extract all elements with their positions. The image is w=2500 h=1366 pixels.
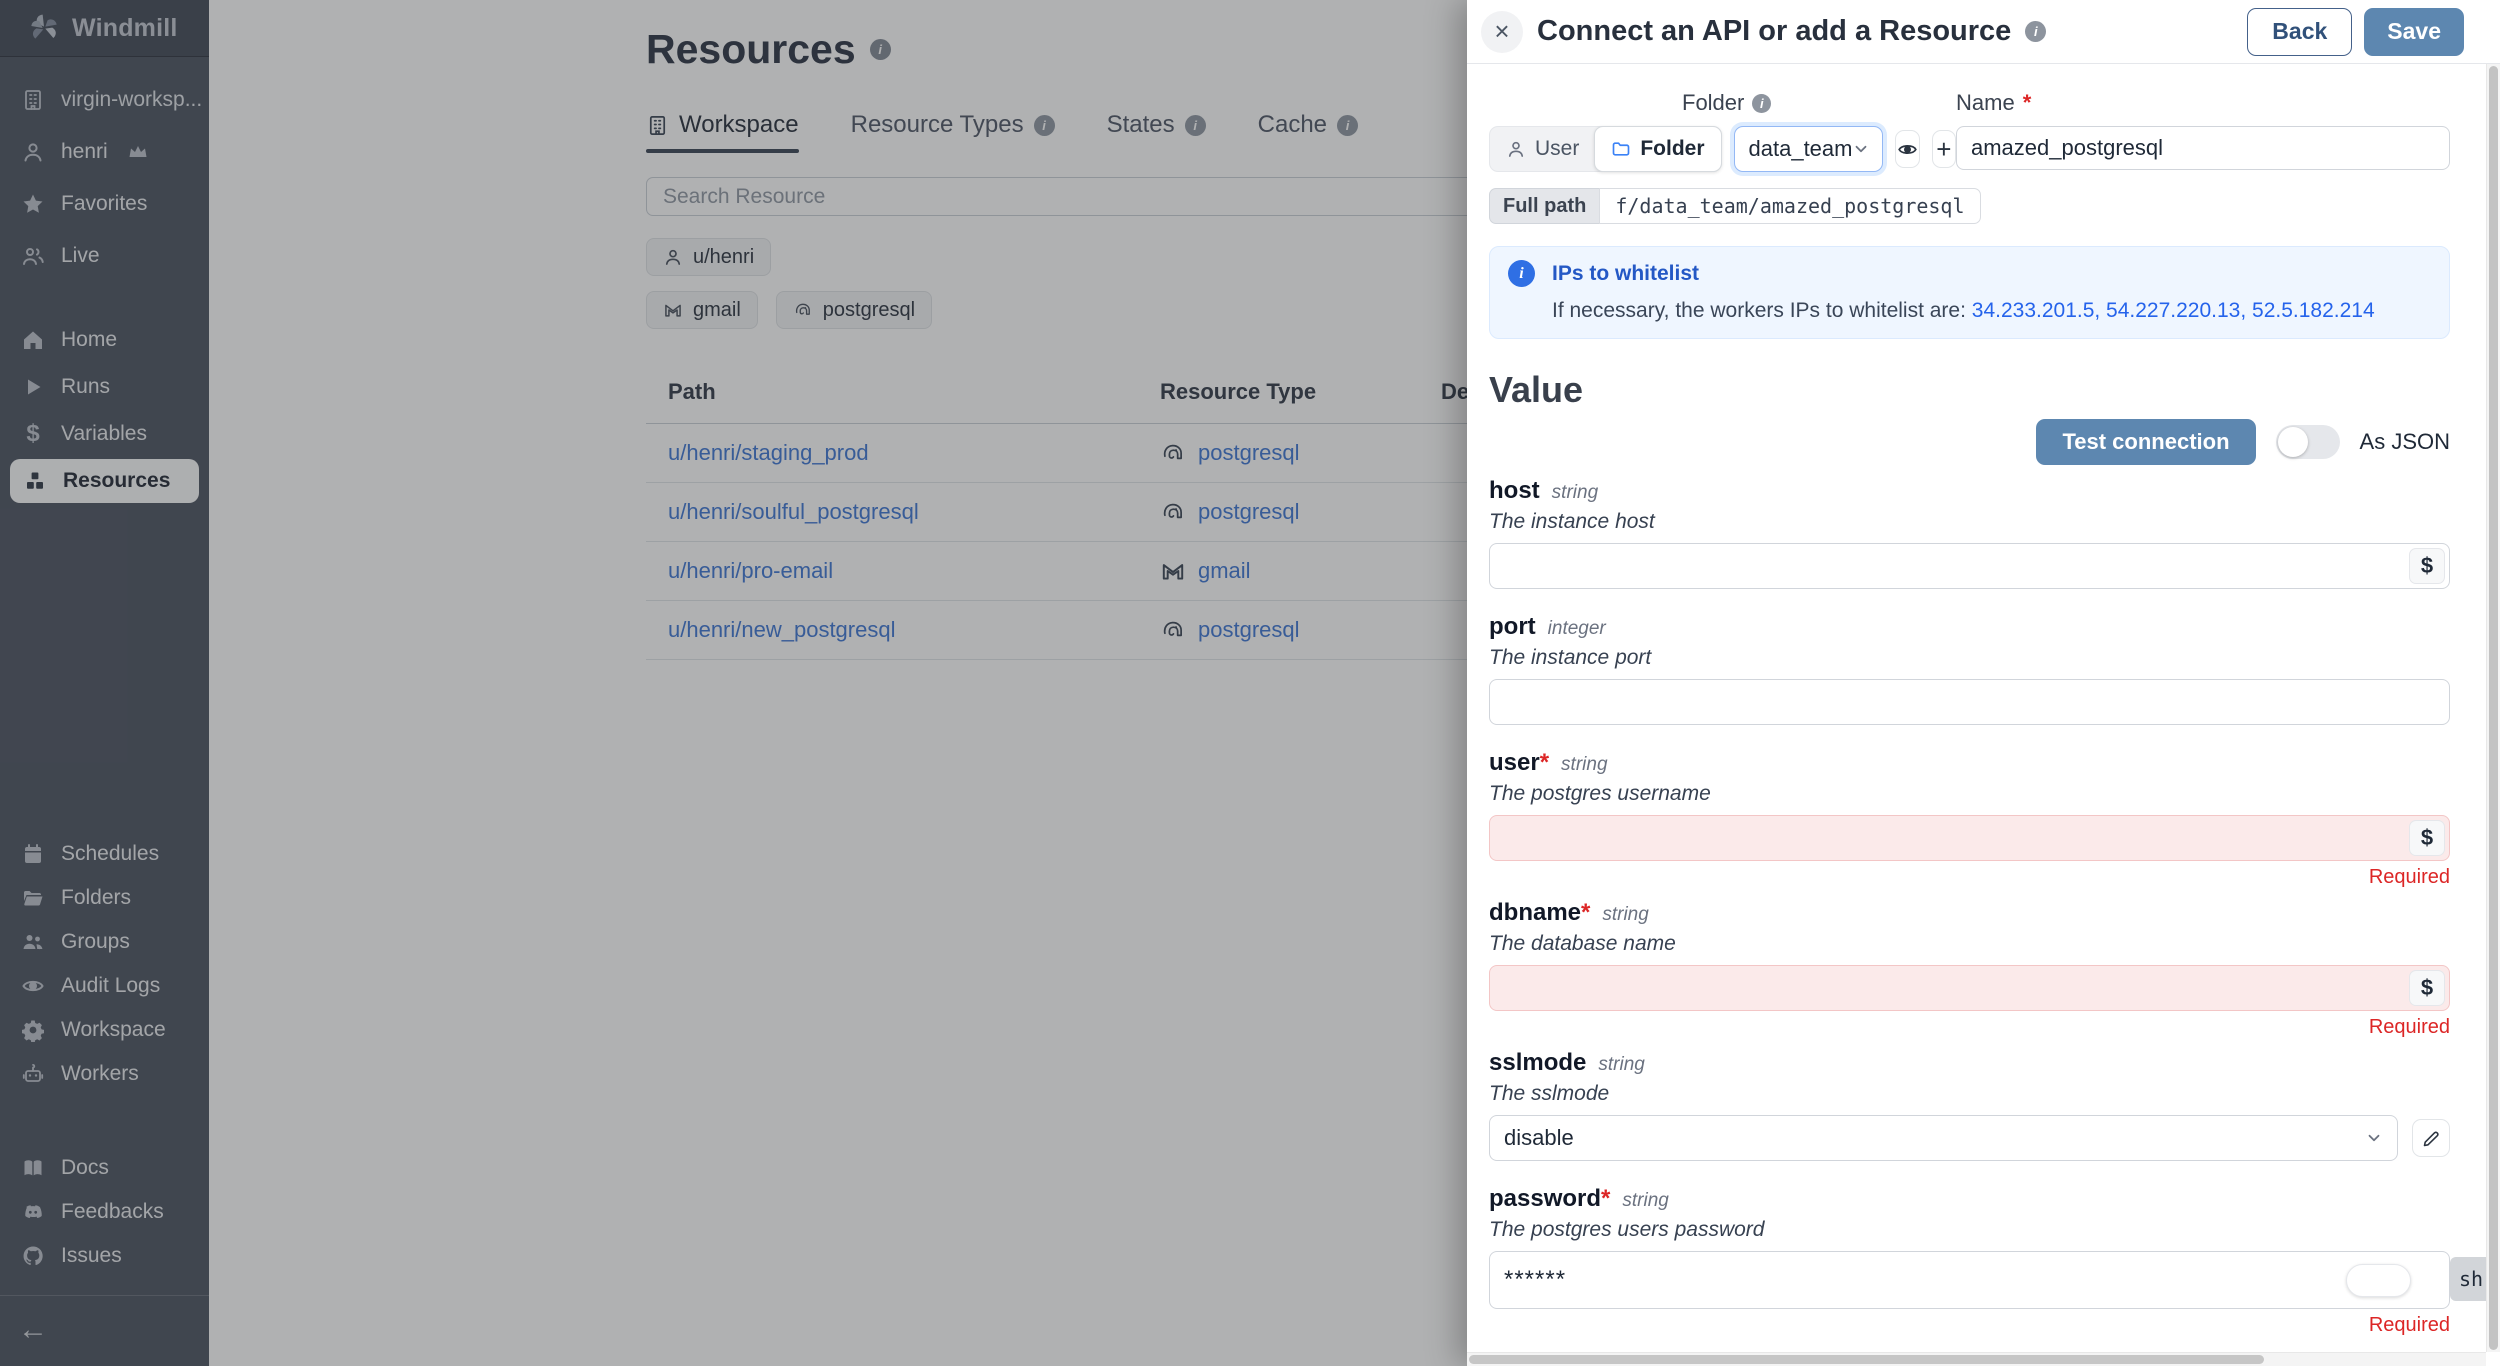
folder-field-label: Folder <box>1682 90 1745 115</box>
folder-select[interactable]: data_team <box>1733 126 1884 172</box>
full-path-label: Full path <box>1489 188 1600 224</box>
field-name: sslmode <box>1489 1049 1587 1076</box>
scrollbar-thumb[interactable] <box>2489 66 2498 1350</box>
field-name: host <box>1489 477 1540 504</box>
scrollbar-thumb[interactable] <box>1469 1355 2264 1364</box>
required-note: Required <box>2368 1016 2450 1038</box>
user-icon <box>1506 139 1526 159</box>
field-name: password* <box>1489 1185 1611 1212</box>
field-description: The sslmode <box>1489 1082 1610 1105</box>
save-button[interactable]: Save <box>2364 7 2464 56</box>
required-note: Required <box>2368 866 2450 888</box>
folder-select-value: data_team <box>1748 136 1853 161</box>
view-folder-button[interactable] <box>1895 130 1920 168</box>
edit-sslmode-button[interactable] <box>2412 1119 2450 1157</box>
info-box-text: If necessary, the workers IPs to whiteli… <box>1552 299 1972 322</box>
dbname-input[interactable] <box>1489 965 2450 1011</box>
segment-label: User <box>1535 137 1580 160</box>
sslmode-select-value: disable <box>1504 1125 1574 1150</box>
owner-kind-user[interactable]: User <box>1490 127 1595 171</box>
pencil-icon <box>2421 1128 2442 1149</box>
owner-kind-folder[interactable]: Folder <box>1594 126 1722 172</box>
chevron-down-icon <box>1852 140 1870 158</box>
field-name: dbname* <box>1489 899 1591 926</box>
field-sslmode: sslmode string The sslmode disable <box>1489 1049 2450 1161</box>
field-port: port integer The instance port <box>1489 613 2450 725</box>
add-folder-button[interactable]: + <box>1931 130 1956 168</box>
owner-kind-toggle: User Folder <box>1489 126 1722 172</box>
required-asterisk: * <box>1539 749 1550 776</box>
field-description: The instance host <box>1489 510 1655 533</box>
field-description: The instance port <box>1489 646 1652 669</box>
toggle-knob <box>2277 427 2308 457</box>
field-dbname: dbname* string The database name $ Requi… <box>1489 899 2450 1039</box>
drawer-header: × Connect an API or add a Resource i Bac… <box>1467 0 2500 64</box>
eye-icon <box>1897 139 1918 160</box>
drawer-vertical-scrollbar[interactable] <box>2486 64 2500 1352</box>
clipped-tooltip: sh <box>2450 1257 2486 1301</box>
field-type: string <box>1602 904 1649 925</box>
folder-info-icon[interactable]: i <box>1752 93 1772 113</box>
full-path-row: Full path f/data_team/amazed_postgresql <box>1489 188 1981 224</box>
user-input[interactable] <box>1489 815 2450 861</box>
sslmode-select[interactable]: disable <box>1489 1115 2398 1161</box>
field-description: The database name <box>1489 932 1676 955</box>
field-description: The postgres username <box>1489 782 1711 805</box>
field-name: port <box>1489 613 1536 640</box>
segment-label: Folder <box>1640 137 1705 160</box>
required-note: Required <box>2368 1314 2450 1336</box>
field-type: integer <box>1547 618 1606 639</box>
drawer-body: Folder i User Folder data_team + Name * … <box>1467 64 2486 1352</box>
drawer-title: Connect an API or add a Resource <box>1537 15 2012 47</box>
host-input[interactable] <box>1489 543 2450 589</box>
field-description: The postgres users password <box>1489 1218 1765 1241</box>
field-host: host string The instance host $ <box>1489 477 2450 589</box>
test-connection-button[interactable]: Test connection <box>2036 419 2256 465</box>
plus-icon: + <box>1936 133 1952 164</box>
field-type: string <box>1561 754 1608 775</box>
windmill-app: Windmill virgin-worksp... henri Favorite… <box>0 0 2500 1366</box>
full-path-value: f/data_team/amazed_postgresql <box>1599 188 1981 224</box>
drawer-horizontal-scrollbar[interactable] <box>1467 1352 2486 1366</box>
port-input[interactable] <box>1489 679 2450 725</box>
value-section-heading: Value <box>1489 369 1584 410</box>
as-json-toggle[interactable] <box>2275 425 2340 459</box>
field-password: password* string The postgres users pass… <box>1489 1185 2486 1337</box>
info-icon: i <box>1508 260 1535 287</box>
drawer-title-info-icon[interactable]: i <box>2025 21 2047 42</box>
field-user: user* string The postgres username $ Req… <box>1489 749 2450 889</box>
required-asterisk: * <box>1581 899 1591 926</box>
field-type: string <box>1598 1054 1645 1075</box>
field-type: string <box>1551 482 1599 503</box>
close-icon[interactable]: × <box>1481 10 1523 53</box>
insert-variable-button[interactable]: $ <box>2409 970 2445 1006</box>
required-asterisk: * <box>1601 1185 1611 1212</box>
ips-whitelist-info-box: i IPs to whitelist If necessary, the wor… <box>1489 246 2450 339</box>
name-field-label: Name <box>1956 90 2015 115</box>
add-resource-drawer: × Connect an API or add a Resource i Bac… <box>1467 0 2500 1366</box>
info-box-title: IPs to whitelist <box>1552 261 1700 285</box>
password-input[interactable] <box>1489 1251 2450 1309</box>
field-name: user* <box>1489 749 1550 776</box>
as-json-label: As JSON <box>2359 429 2450 454</box>
chevron-down-icon <box>2365 1129 2383 1147</box>
folder-icon <box>1611 139 1631 159</box>
field-type: string <box>1622 1190 1669 1211</box>
insert-variable-button[interactable]: $ <box>2409 548 2445 584</box>
show-password-toggle[interactable] <box>2346 1264 2411 1297</box>
resource-name-input[interactable] <box>1956 126 2450 170</box>
insert-variable-button[interactable]: $ <box>2409 820 2445 856</box>
back-button[interactable]: Back <box>2247 7 2353 56</box>
whitelist-ips[interactable]: 34.233.201.5, 54.227.220.13, 52.5.182.21… <box>1972 299 2375 322</box>
required-asterisk: * <box>2022 90 2032 115</box>
